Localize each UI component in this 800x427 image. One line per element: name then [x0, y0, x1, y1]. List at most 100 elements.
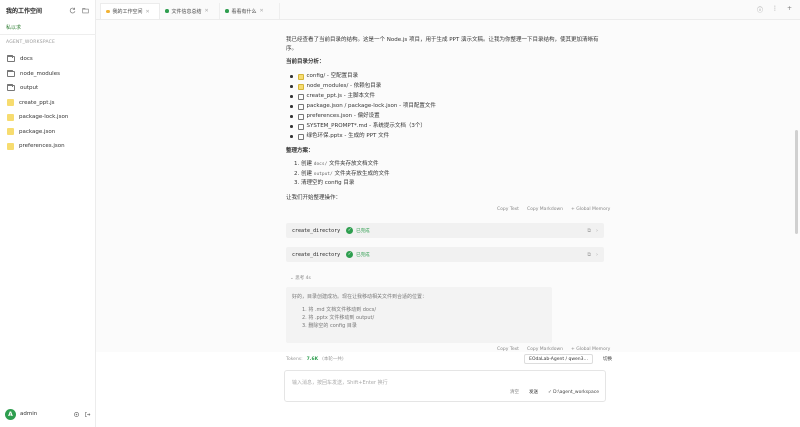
- tab-label: 看看有什么: [231, 8, 257, 15]
- add-icon[interactable]: +: [787, 5, 792, 14]
- tab-file-summary[interactable]: 文件信息总结 ✕: [160, 3, 220, 19]
- file-icon: [297, 123, 304, 130]
- username: admin: [20, 411, 38, 417]
- status-row: Tokens: 7.6K (本轮一共) EOdaLab-Agent / qwen…: [284, 352, 614, 366]
- info-icon[interactable]: ⓘ: [757, 5, 763, 14]
- tree-item-label: preferences.json: [19, 143, 65, 150]
- list-item: 2. 将 .pptx 文件移动到 output/: [302, 315, 375, 321]
- workspace-path: ✓ D:\agent_workspace: [547, 389, 599, 395]
- tree-item-label: docs: [20, 56, 33, 63]
- plan-list: 1. 创建 docs/ 文件夹存放文档文件 2. 创建 output/ 文件夹存…: [286, 160, 606, 189]
- list-item: create_ppt.js - 主脚本文件: [286, 92, 606, 102]
- sidebar-title: 我的工作空间: [6, 7, 43, 15]
- model-select[interactable]: EOdaLab-Agent / qwen3…: [524, 354, 593, 364]
- sidebar: 我的工作空间 私以求 AGENT_WORKSPACE docs node_mod…: [0, 0, 96, 427]
- list-item: config/ - 空配置目录: [286, 72, 606, 82]
- folder-icon: [7, 55, 15, 63]
- status-dot: [225, 9, 229, 13]
- tree-item-create-ppt[interactable]: create_ppt.js: [7, 96, 93, 111]
- file-icon: [297, 133, 304, 140]
- divider: [0, 34, 96, 35]
- tool-name: create_directory: [292, 251, 341, 258]
- refresh-icon[interactable]: [69, 7, 76, 14]
- js-file-icon: [7, 99, 14, 107]
- global-memory-button[interactable]: + Global Memory: [571, 207, 610, 212]
- close-icon[interactable]: ✕: [205, 8, 209, 14]
- folder-icon: [297, 83, 304, 90]
- user-footer: A admin: [0, 401, 96, 427]
- status-dot: [165, 9, 169, 13]
- close-icon[interactable]: ✕: [146, 9, 150, 15]
- json-file-icon: [7, 113, 14, 121]
- copy-icon[interactable]: ⧉: [587, 228, 591, 234]
- tab-bar: 我的工作空间 ✕ 文件信息总结 ✕ 看看有什么 ✕: [96, 0, 800, 20]
- tree-item-node-modules[interactable]: node_modules: [7, 67, 93, 82]
- thinking-intro: 好的，目录创建成功。现在让我移动相关文件到合适的位置：: [292, 294, 428, 300]
- file-icon: [297, 103, 304, 110]
- window-controls: ⓘ ⋮ +: [757, 5, 792, 14]
- assistant-message: 我已经查看了当前目录的结构。这是一个 Node.js 项目，用于生成 PPT 演…: [286, 36, 606, 202]
- tree-item-output[interactable]: output: [7, 81, 93, 96]
- tokens-note: (本轮一共): [322, 357, 344, 362]
- list-item: 1. 创建 docs/ 文件夹存放文档文件: [294, 161, 379, 167]
- file-tree: docs node_modules output create_ppt.js p…: [7, 52, 93, 154]
- clear-button[interactable]: 清空: [510, 389, 519, 395]
- tree-item-preferences[interactable]: preferences.json: [7, 139, 93, 154]
- scrollbar[interactable]: [795, 130, 798, 234]
- json-file-icon: [7, 128, 14, 136]
- gear-icon[interactable]: [73, 411, 80, 418]
- tab-look[interactable]: 看看有什么 ✕: [220, 3, 280, 19]
- message-intro: 我已经查看了当前目录的结构。这是一个 Node.js 项目，用于生成 PPT 演…: [286, 37, 599, 52]
- send-button[interactable]: 发送: [529, 389, 538, 395]
- file-icon: [297, 113, 304, 120]
- plan-title: 整理方案：: [286, 147, 314, 154]
- list-item: 2. 创建 output/ 文件夹存放生成的文件: [294, 170, 390, 177]
- message-actions: Copy Text Copy Markdown + Global Memory: [497, 207, 610, 212]
- list-item: 3. 清理空的 config 目录: [294, 180, 355, 186]
- tokens-value: 7.6K: [306, 356, 319, 362]
- tool-call[interactable]: create_directory ✓ 已完成 ⧉ ›: [286, 223, 604, 238]
- logout-icon[interactable]: [84, 411, 91, 418]
- tab-label: 文件信息总结: [171, 8, 202, 15]
- tab-workspace[interactable]: 我的工作空间 ✕: [100, 3, 160, 19]
- more-icon[interactable]: ⋮: [772, 5, 778, 14]
- thinking-toggle[interactable]: ⌄ 思考 4s: [290, 275, 311, 281]
- list-item: node_modules/ - 依赖包目录: [286, 82, 606, 92]
- list-item: 绿色环保.pptx - 生成的 PPT 文件: [286, 132, 606, 142]
- check-icon: ✓: [346, 227, 354, 234]
- tree-item-label: package.json: [19, 128, 56, 135]
- workspace-section-label: AGENT_WORKSPACE: [6, 40, 56, 45]
- chevron-right-icon[interactable]: ›: [596, 252, 598, 258]
- tree-item-package-lock[interactable]: package-lock.json: [7, 110, 93, 125]
- json-file-icon: [7, 142, 14, 150]
- message-input[interactable]: 输入消息，按回车发送，Shift+Enter 换行 清空 发送 ✓ D:\age…: [284, 370, 606, 402]
- analysis-title: 当前目录分析：: [286, 59, 325, 65]
- status-badge: ✓ 已完成: [346, 251, 370, 258]
- tokens-label: Tokens:: [286, 356, 303, 362]
- tree-item-docs[interactable]: docs: [7, 52, 93, 67]
- tree-item-label: node_modules: [20, 70, 60, 77]
- tree-item-label: create_ppt.js: [19, 99, 55, 106]
- open-folder-icon[interactable]: [82, 7, 89, 14]
- workspace-tag[interactable]: 私以求: [6, 24, 21, 31]
- tool-call[interactable]: create_directory ✓ 已完成 ⧉ ›: [286, 247, 604, 262]
- copy-icon[interactable]: ⧉: [587, 252, 591, 258]
- sidebar-header: 我的工作空间: [0, 0, 95, 20]
- list-item: 3. 删除空的 config 目录: [302, 323, 357, 329]
- check-icon: ✓: [346, 251, 354, 258]
- tree-item-label: output: [20, 85, 39, 92]
- close-icon[interactable]: ✕: [260, 8, 264, 14]
- tab-label: 我的工作空间: [112, 9, 143, 15]
- folder-icon: [297, 73, 304, 80]
- list-item: preferences.json - 偏好设置: [286, 112, 606, 122]
- tree-item-package[interactable]: package.json: [7, 125, 93, 140]
- input-placeholder: 输入消息，按回车发送，Shift+Enter 换行: [292, 380, 388, 386]
- avatar[interactable]: A: [5, 408, 16, 420]
- copy-markdown-button[interactable]: Copy Markdown: [527, 207, 563, 212]
- tool-name: create_directory: [292, 227, 341, 234]
- chevron-right-icon[interactable]: ›: [596, 228, 598, 234]
- composer: Tokens: 7.6K (本轮一共) EOdaLab-Agent / qwen…: [284, 352, 614, 404]
- folder-icon: [7, 84, 15, 92]
- switch-model-button[interactable]: 切换: [603, 356, 612, 362]
- copy-text-button[interactable]: Copy Text: [497, 207, 519, 212]
